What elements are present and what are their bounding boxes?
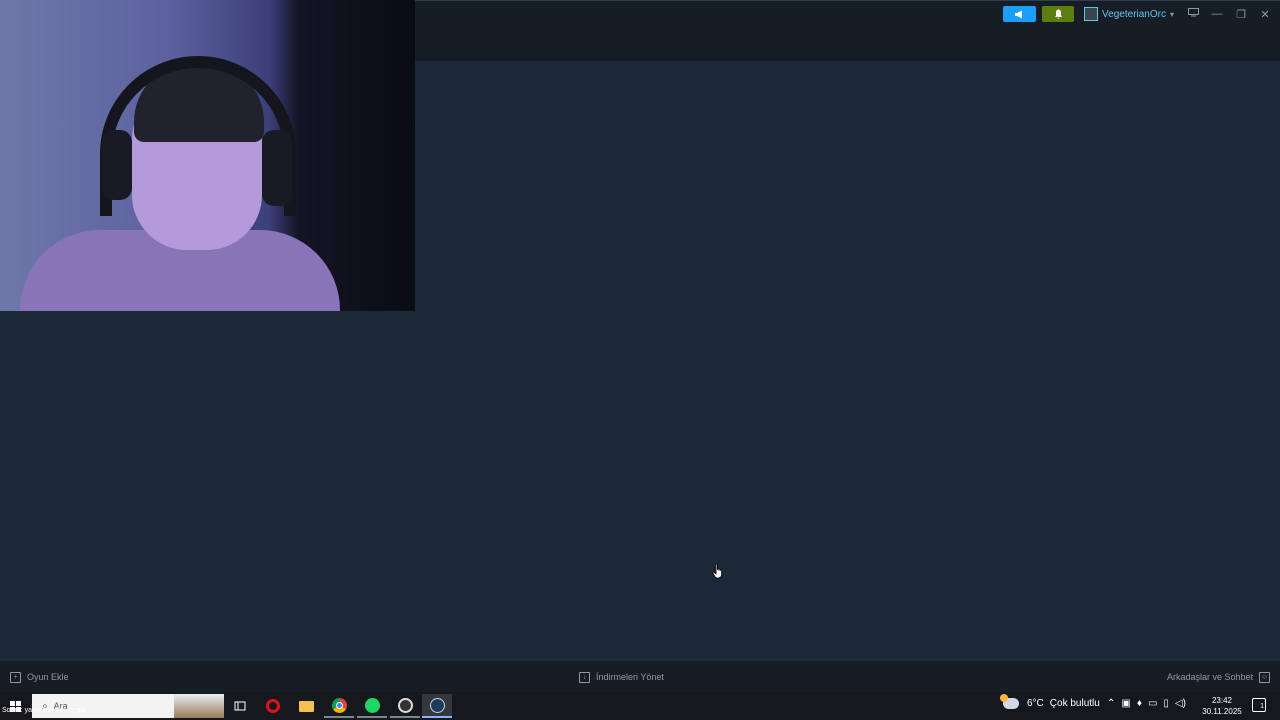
- manage-downloads-label: İndirmeleri Yönet: [596, 672, 664, 682]
- opera-icon: [266, 699, 280, 713]
- chevron-down-icon: ▾: [1169, 9, 1174, 19]
- clock-time: 23:42: [1211, 696, 1233, 705]
- headphone-ear-left: [102, 130, 132, 200]
- notification-center-button[interactable]: 1: [1252, 698, 1266, 712]
- restore-button[interactable]: ❐: [1232, 8, 1250, 21]
- manage-downloads-button[interactable]: ↓ İndirmeleri Yönet: [579, 670, 664, 684]
- download-icon: ↓: [579, 671, 590, 683]
- display-icon[interactable]: ▭: [1148, 698, 1157, 709]
- minimize-button[interactable]: —: [1208, 8, 1226, 20]
- username: VegeterianOrc: [1102, 8, 1166, 20]
- stream-overlay-text: Sonra: yarın 1 aralık ve pzt: [2, 707, 86, 714]
- folder-icon: [298, 700, 314, 712]
- plus-icon: +: [10, 671, 21, 683]
- user-menu[interactable]: VegeterianOrc ▾: [1080, 5, 1178, 23]
- weather-temp: 6°C: [1027, 698, 1044, 709]
- start-button[interactable]: [0, 692, 30, 720]
- volume-icon[interactable]: ◁): [1175, 698, 1186, 709]
- task-view-button[interactable]: [225, 694, 255, 718]
- search-highlight-image: [174, 694, 224, 718]
- taskbar-file-explorer[interactable]: [291, 694, 321, 718]
- notification-count: 1: [1260, 703, 1264, 710]
- steam-bottom-bar: + Oyun Ekle ↓ İndirmeleri Yönet Arkadaşl…: [0, 661, 1280, 692]
- taskbar-steam[interactable]: [422, 694, 452, 718]
- network-icon[interactable]: ▯: [1163, 698, 1169, 709]
- headphone-ear-right: [262, 130, 292, 206]
- friends-chat-label: Arkadaşlar ve Sohbet: [1166, 672, 1253, 682]
- big-picture-icon[interactable]: [1184, 8, 1202, 20]
- megaphone-icon: [1015, 10, 1023, 18]
- search-input[interactable]: ⌕ Ara: [32, 694, 224, 718]
- webcam-overlay: [0, 0, 415, 311]
- close-button[interactable]: ✕: [1256, 8, 1274, 21]
- friends-chat-button[interactable]: Arkadaşlar ve Sohbet ☺: [1167, 670, 1270, 684]
- clock-date: 30.11.2025: [1202, 707, 1242, 716]
- friends-icon: ☺: [1259, 671, 1270, 683]
- cloud-sun-icon: [1000, 694, 1019, 709]
- add-game-label: Oyun Ekle: [27, 672, 69, 682]
- taskbar-clock[interactable]: 23:42 30.11.2025: [1201, 695, 1243, 717]
- add-game-button[interactable]: + Oyun Ekle: [10, 670, 69, 684]
- microphone-icon[interactable]: ♦: [1137, 698, 1142, 709]
- system-tray: ⌃ ▣ ♦ ▭ ▯ ◁): [1107, 698, 1186, 709]
- weather-condition: Çok bulutlu: [1049, 698, 1100, 709]
- clock-icon: [397, 697, 413, 713]
- chevron-up-icon[interactable]: ⌃: [1107, 698, 1115, 709]
- hand-cursor-icon: [712, 563, 722, 579]
- titlebar-controls: VegeterianOrc ▾ — ❐ ✕: [1003, 5, 1274, 23]
- taskbar-opera[interactable]: [258, 694, 288, 718]
- spotify-icon: [364, 697, 380, 713]
- task-view-icon: [234, 701, 246, 710]
- bell-icon: [1054, 9, 1062, 19]
- announcements-button[interactable]: [1003, 6, 1037, 22]
- taskbar-spotify[interactable]: [357, 694, 387, 718]
- steam-icon: [429, 697, 445, 713]
- avatar: [1084, 7, 1099, 21]
- taskbar-clock-app[interactable]: [390, 694, 420, 718]
- windows-taskbar: ⌕ Ara Sonra: yarın 1 aralık ve pzt 6°C Ç…: [0, 692, 1280, 720]
- weather-widget[interactable]: 6°C Çok bulutlu: [1000, 694, 1100, 709]
- taskbar-chrome[interactable]: [324, 694, 354, 718]
- desktop: VegeterianOrc ▾ — ❐ ✕ + Oyun Ekle ↓ İndi…: [0, 0, 1280, 720]
- app-tray-icon[interactable]: ▣: [1121, 698, 1130, 709]
- chrome-icon: [331, 697, 347, 713]
- notifications-button[interactable]: [1042, 6, 1075, 22]
